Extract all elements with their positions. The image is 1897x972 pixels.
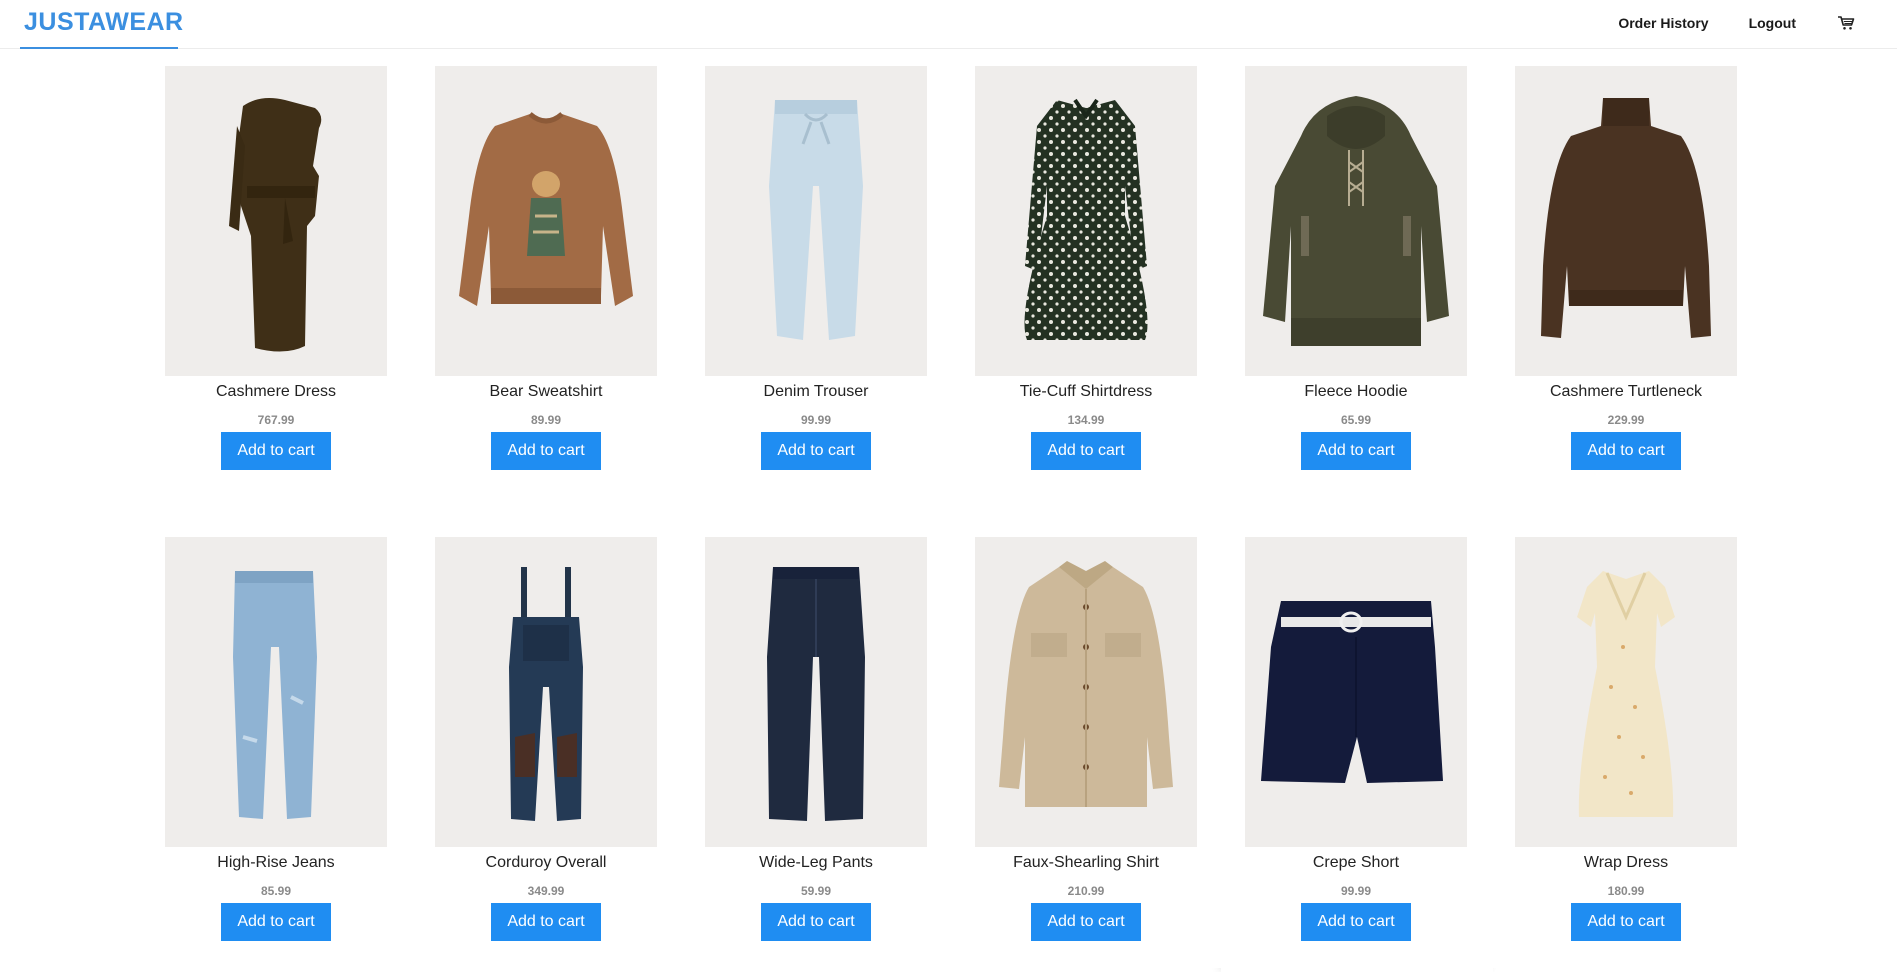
- logout-link[interactable]: Logout: [1749, 15, 1796, 31]
- brand-logo[interactable]: JUSTAWEAR: [20, 0, 183, 49]
- add-to-cart-button[interactable]: Add to cart: [761, 903, 871, 941]
- product-name: Corduroy Overall: [485, 854, 607, 871]
- product-price: 99.99: [800, 413, 832, 427]
- product-card: Cashmere Turtleneck 229.99 Add to cart: [1515, 66, 1737, 480]
- add-to-cart-button[interactable]: Add to cart: [491, 432, 601, 470]
- product-card: Corduroy Overall 349.99 Add to cart: [435, 537, 657, 951]
- sweatshirt-icon[interactable]: [435, 66, 657, 376]
- trouser-icon[interactable]: [705, 66, 927, 376]
- overall-icon[interactable]: [435, 537, 657, 847]
- product-price: 134.99: [1067, 413, 1105, 427]
- product-name: Cashmere Turtleneck: [1549, 383, 1703, 400]
- product-card: High-Rise Jeans 85.99 Add to cart: [165, 537, 387, 951]
- jeans-icon[interactable]: [165, 537, 387, 847]
- product-card: Tie-Cuff Shirtdress 134.99 Add to cart: [975, 66, 1197, 480]
- product-card: Cashmere Dress 767.99 Add to cart: [165, 66, 387, 480]
- top-navbar: JUSTAWEAR Order History Logout: [0, 0, 1897, 49]
- product-name: Denim Trouser: [763, 383, 869, 400]
- product-name: Cashmere Dress: [215, 383, 337, 400]
- product-card: Wrap Dress 180.99 Add to cart: [1515, 537, 1737, 951]
- product-price: 59.99: [800, 884, 832, 898]
- add-to-cart-button[interactable]: Add to cart: [221, 432, 331, 470]
- product-name: Faux-Shearling Shirt: [1013, 854, 1159, 871]
- product-price: 85.99: [260, 884, 292, 898]
- add-to-cart-button[interactable]: Add to cart: [1301, 903, 1411, 941]
- product-name: Wide-Leg Pants: [759, 854, 873, 871]
- product-price: 767.99: [257, 413, 295, 427]
- product-card: Wide-Leg Pants 59.99 Add to cart: [705, 537, 927, 951]
- product-card: Crepe Short 99.99 Add to cart: [1221, 512, 1493, 972]
- product-name: Bear Sweatshirt: [489, 383, 603, 400]
- cart-icon[interactable]: [1836, 13, 1856, 33]
- wrap-dress-icon[interactable]: [1515, 537, 1737, 847]
- product-grid: Cashmere Dress 767.99 Add to cart Bear S…: [165, 66, 1737, 972]
- product-card: Denim Trouser 99.99 Add to cart: [705, 66, 927, 480]
- product-price: 180.99: [1607, 884, 1645, 898]
- product-card: Fleece Hoodie 65.99 Add to cart: [1245, 66, 1467, 480]
- product-name: High-Rise Jeans: [217, 854, 335, 871]
- product-name: Wrap Dress: [1583, 854, 1669, 871]
- pants-icon[interactable]: [705, 537, 927, 847]
- add-to-cart-button[interactable]: Add to cart: [1031, 903, 1141, 941]
- product-price: 229.99: [1607, 413, 1645, 427]
- nav-menu: Order History Logout: [1618, 0, 1897, 46]
- product-price: 89.99: [530, 413, 562, 427]
- shirtdress-icon[interactable]: [975, 66, 1197, 376]
- add-to-cart-button[interactable]: Add to cart: [761, 432, 871, 470]
- shirt-icon[interactable]: [975, 537, 1197, 847]
- shorts-icon[interactable]: [1245, 537, 1467, 847]
- product-price: 65.99: [1340, 413, 1372, 427]
- add-to-cart-button[interactable]: Add to cart: [1031, 432, 1141, 470]
- product-card: Bear Sweatshirt 89.99 Add to cart: [435, 66, 657, 480]
- product-card: Faux-Shearling Shirt 210.99 Add to cart: [975, 537, 1197, 951]
- add-to-cart-button[interactable]: Add to cart: [221, 903, 331, 941]
- product-price: 349.99: [527, 884, 565, 898]
- add-to-cart-button[interactable]: Add to cart: [491, 903, 601, 941]
- product-name: Tie-Cuff Shirtdress: [1019, 383, 1153, 400]
- hoodie-icon[interactable]: [1245, 66, 1467, 376]
- add-to-cart-button[interactable]: Add to cart: [1571, 903, 1681, 941]
- dress-icon[interactable]: [165, 66, 387, 376]
- add-to-cart-button[interactable]: Add to cart: [1301, 432, 1411, 470]
- product-price: 99.99: [1340, 884, 1372, 898]
- product-price: 210.99: [1067, 884, 1105, 898]
- order-history-link[interactable]: Order History: [1618, 15, 1708, 31]
- add-to-cart-button[interactable]: Add to cart: [1571, 432, 1681, 470]
- turtleneck-icon[interactable]: [1515, 66, 1737, 376]
- product-name: Crepe Short: [1312, 854, 1400, 871]
- product-name: Fleece Hoodie: [1304, 383, 1408, 400]
